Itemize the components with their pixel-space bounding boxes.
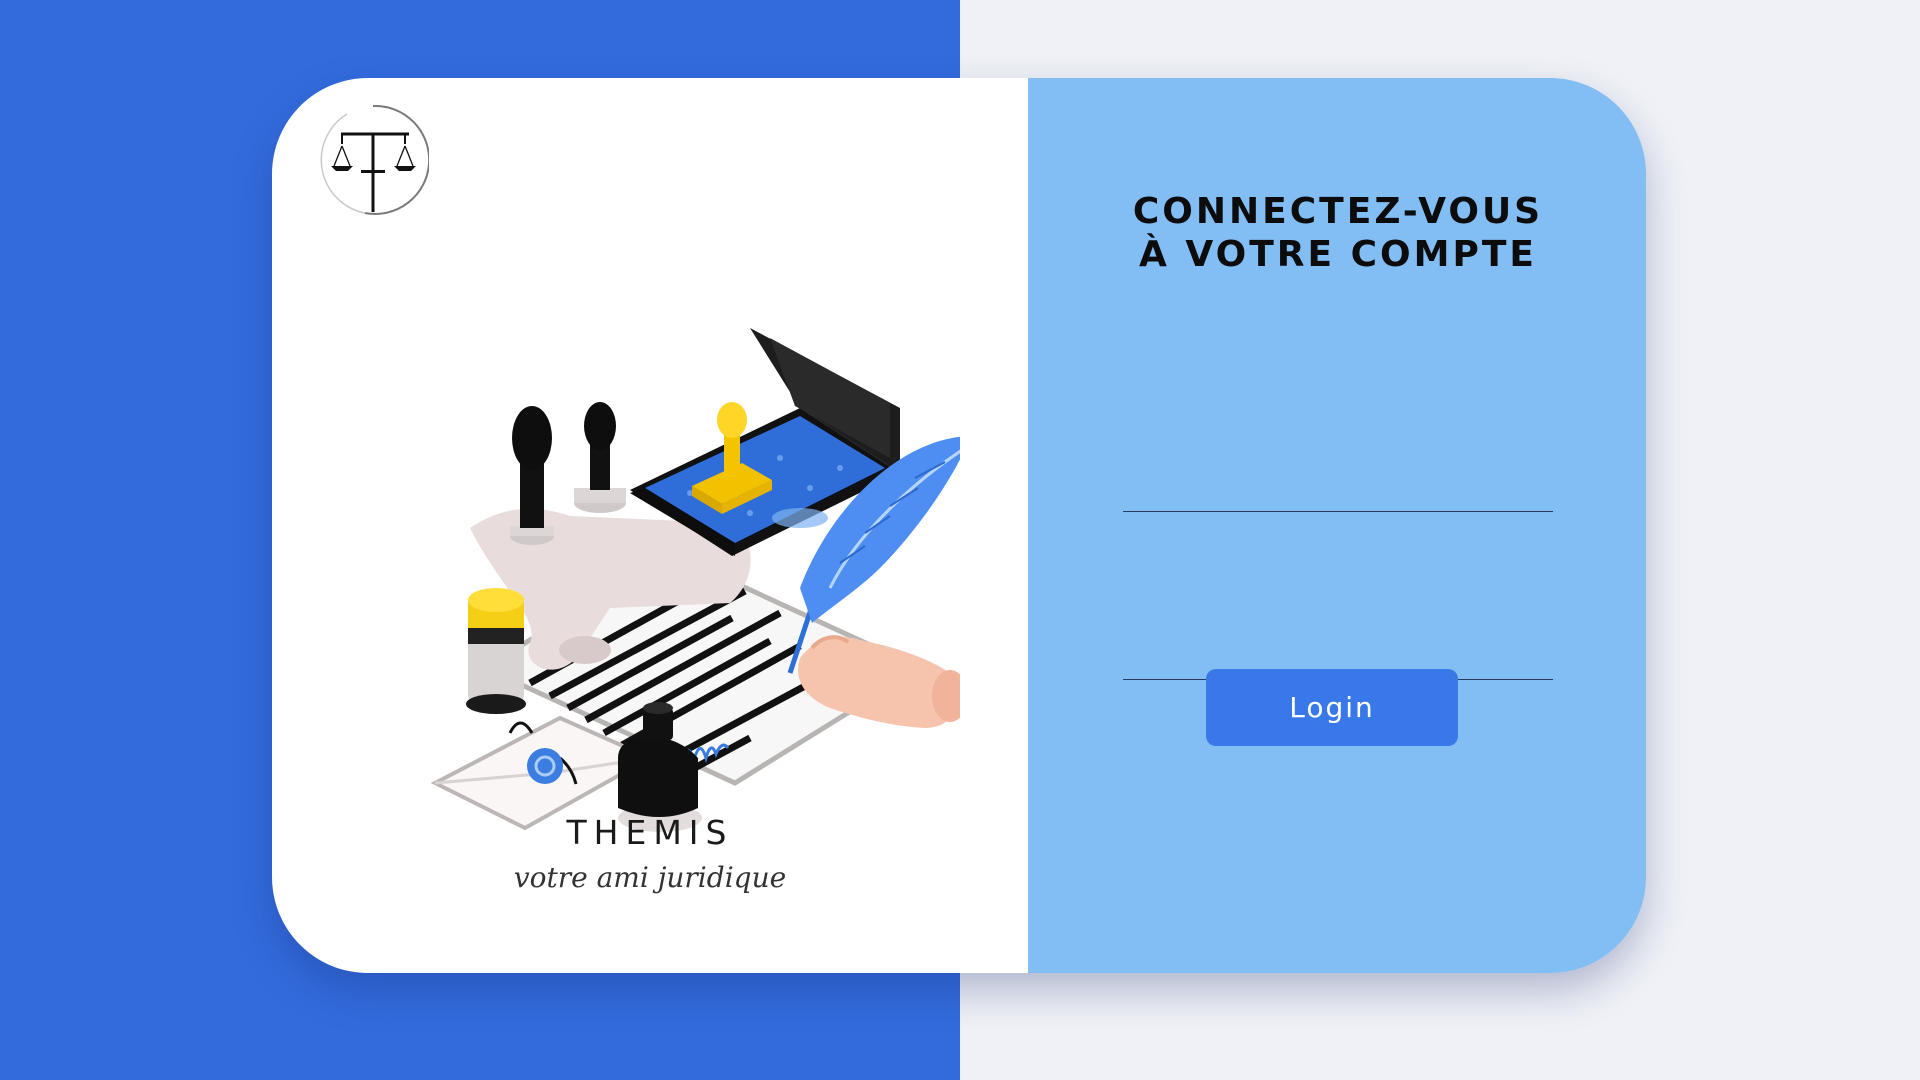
scales-of-justice-icon [320,104,429,215]
login-title-line-1: CONNECTEZ-VOUS [1132,191,1544,232]
brand-name: THEMIS [566,813,734,852]
notary-desk-illustration [430,328,960,832]
login-button[interactable]: Login [1206,669,1458,746]
login-title: CONNECTEZ-VOUS À VOTRE COMPTE [1088,190,1588,276]
brand-tagline: votre ami juridique [513,861,787,894]
username-field[interactable] [1123,456,1553,512]
login-panel: CONNECTEZ-VOUS À VOTRE COMPTE Login [1028,78,1646,973]
login-card: THEMIS votre ami juridique CONNECTEZ-VOU… [272,78,1646,973]
login-title-line-2: À VOTRE COMPTE [1138,234,1537,275]
brand-panel: THEMIS votre ami juridique [272,78,1028,973]
